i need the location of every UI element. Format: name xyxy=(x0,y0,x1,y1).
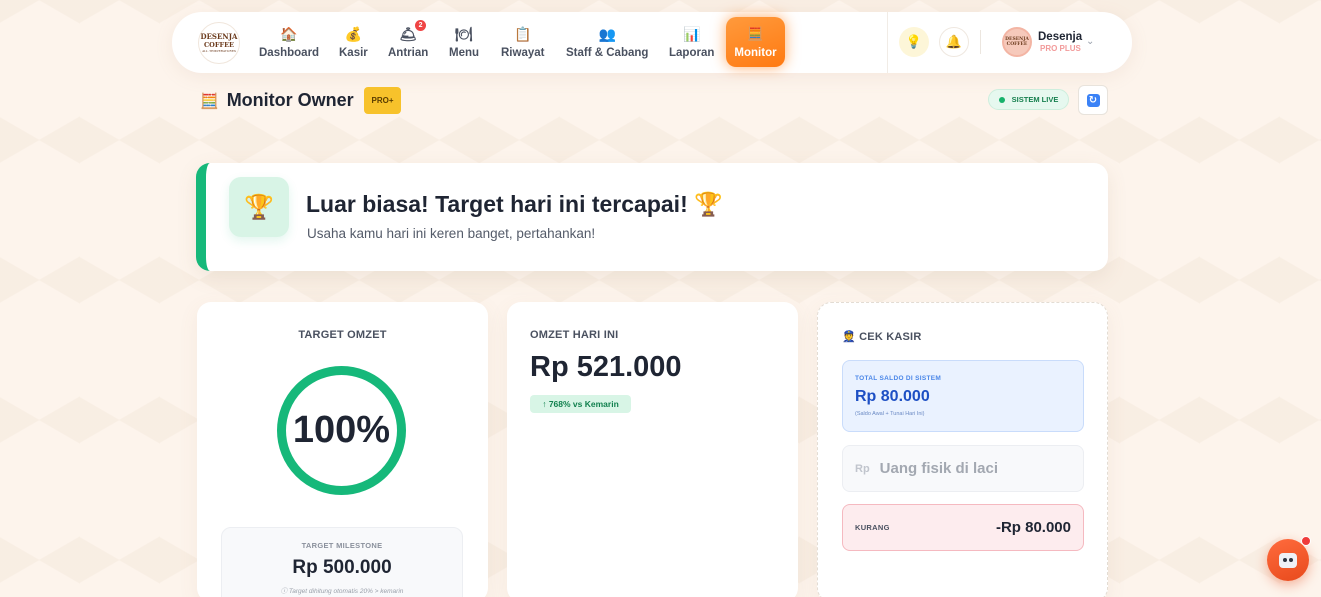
cek-kasir-label: 👮 CEK KASIR xyxy=(842,331,922,343)
cash-difference-value: -Rp 80.000 xyxy=(995,519,1071,536)
nav-label-staff-cabang: Staff & Cabang xyxy=(566,47,649,59)
house-icon: 🏠 xyxy=(280,26,298,42)
physical-cash-input[interactable] xyxy=(879,460,1070,477)
system-status-badge: SISTEM LIVE xyxy=(988,89,1069,110)
system-balance-note: (Saldo Awal + Tunai Hari Ini) xyxy=(855,411,925,417)
omzet-value: Rp 521.000 xyxy=(530,351,682,383)
milestone-label: TARGET MILESTONE xyxy=(301,541,383,550)
receipt-icon: 📋 xyxy=(514,26,532,42)
nav-item-laporan[interactable]: 📊 Laporan xyxy=(669,24,714,64)
nav-label-kasir: Kasir xyxy=(339,47,368,59)
chevron-down-icon[interactable]: ⌄ xyxy=(1086,36,1094,47)
nav-item-menu[interactable]: 🍽 Menu xyxy=(449,24,479,64)
service-bell-glyph: 🛎 xyxy=(399,26,418,42)
nav-item-riwayat[interactable]: 📋 Riwayat xyxy=(501,24,544,64)
page-title-text: Monitor Owner xyxy=(226,90,354,110)
system-balance-box: TOTAL SALDO DI SISTEM Rp 80.000 (Saldo A… xyxy=(842,360,1084,432)
notification-dot xyxy=(1301,536,1311,546)
logo-line-2: COFFEE xyxy=(204,41,234,49)
nav-label-menu: Menu xyxy=(449,47,480,59)
calculator-icon: 🧮 xyxy=(747,26,764,41)
profile-name[interactable]: Desenja xyxy=(1038,31,1082,43)
nav-item-staff-cabang[interactable]: 👥 Staff & Cabang xyxy=(566,24,648,64)
notification-button[interactable]: 🔔 xyxy=(939,27,969,57)
avatar-line-2: COFFEE xyxy=(1006,42,1028,47)
banner-subtitle: Usaha kamu hari ini keren banget, pertah… xyxy=(307,226,596,241)
live-dot-icon xyxy=(998,96,1005,103)
top-navbar: DESENJA COFFEE ALL TEMPERATURES 🏠 Dashbo… xyxy=(172,12,1132,73)
target-omzet-label: TARGET OMZET xyxy=(298,329,387,341)
cash-difference-box: KURANG -Rp 80.000 xyxy=(842,504,1084,551)
avatar[interactable]: DESENJA COFFEE xyxy=(1002,27,1032,57)
logo-line-3: ALL TEMPERATURES xyxy=(202,49,236,53)
currency-prefix: Rp xyxy=(855,462,870,475)
calculator-icon: 🧮 xyxy=(200,92,219,110)
profile-divider xyxy=(980,30,981,54)
target-milestone-box: TARGET MILESTONE Rp 500.000 ⓘ Target dih… xyxy=(221,527,463,597)
refresh-icon: ↻ xyxy=(1086,93,1100,107)
profile-plan-badge: PRO PLUS xyxy=(1040,44,1081,53)
omzet-hari-ini-card: OMZET HARI INI Rp 521.000 ↑ 768% vs Kema… xyxy=(507,302,798,597)
antrian-count-badge: 2 xyxy=(415,20,427,31)
nav-item-monitor[interactable]: 🧮 Monitor xyxy=(726,17,785,67)
physical-cash-field[interactable]: Rp xyxy=(842,445,1084,492)
target-achieved-banner: 🏆 Luar biasa! Target hari ini tercapai! … xyxy=(196,163,1108,271)
bell-icon: 🔔 xyxy=(945,34,963,49)
nav-label-dashboard: Dashboard xyxy=(259,47,320,59)
system-status-text: SISTEM LIVE xyxy=(1011,95,1059,104)
milestone-value: Rp 500.000 xyxy=(292,557,392,578)
brand-logo[interactable]: DESENJA COFFEE ALL TEMPERATURES xyxy=(198,22,240,64)
logo-line-1: DESENJA xyxy=(200,32,238,41)
nav-item-dashboard[interactable]: 🏠 Dashboard xyxy=(259,24,319,64)
nav-item-kasir[interactable]: 💰 Kasir xyxy=(339,24,368,64)
banner-title: Luar biasa! Target hari ini tercapai! 🏆 xyxy=(306,191,723,217)
lightbulb-button[interactable]: 💡 xyxy=(899,27,929,57)
system-balance-label: TOTAL SALDO DI SISTEM xyxy=(855,375,942,382)
target-progress-ring: 100% xyxy=(277,366,406,495)
target-omzet-card: TARGET OMZET 100% TARGET MILESTONE Rp 50… xyxy=(197,302,488,597)
nav-divider xyxy=(887,12,888,73)
cek-kasir-card: 👮 CEK KASIR TOTAL SALDO DI SISTEM Rp 80.… xyxy=(817,302,1108,597)
milestone-note: ⓘ Target dihitung otomatis 20% > kemarin xyxy=(280,588,404,595)
service-bell-icon: 🛎 2 xyxy=(399,20,427,44)
plate-icon: 🍽 xyxy=(455,26,473,42)
omzet-label: OMZET HARI INI xyxy=(530,329,619,341)
nav-label-antrian: Antrian xyxy=(388,47,429,59)
cash-difference-label: KURANG xyxy=(855,523,890,532)
pro-plus-badge: PRO+ xyxy=(364,87,401,114)
system-balance-value: Rp 80.000 xyxy=(855,388,930,405)
money-bag-icon: 💰 xyxy=(344,26,363,42)
target-progress-text: 100% xyxy=(292,409,391,451)
omzet-delta-badge: ↑ 768% vs Kemarin xyxy=(530,395,631,413)
nav-label-riwayat: Riwayat xyxy=(501,47,545,59)
nav-label-laporan: Laporan xyxy=(669,47,715,59)
robot-icon xyxy=(1279,552,1297,568)
refresh-button[interactable]: ↻ xyxy=(1078,85,1108,115)
lightbulb-icon: 💡 xyxy=(905,34,923,49)
nav-label-monitor: Monitor xyxy=(734,47,777,59)
bar-chart-icon: 📊 xyxy=(682,26,701,42)
trophy-icon: 🏆 xyxy=(229,177,289,237)
people-icon: 👥 xyxy=(598,26,616,42)
nav-item-antrian[interactable]: 🛎 2 Antrian xyxy=(388,20,429,64)
page-title: 🧮 Monitor Owner xyxy=(200,90,354,111)
